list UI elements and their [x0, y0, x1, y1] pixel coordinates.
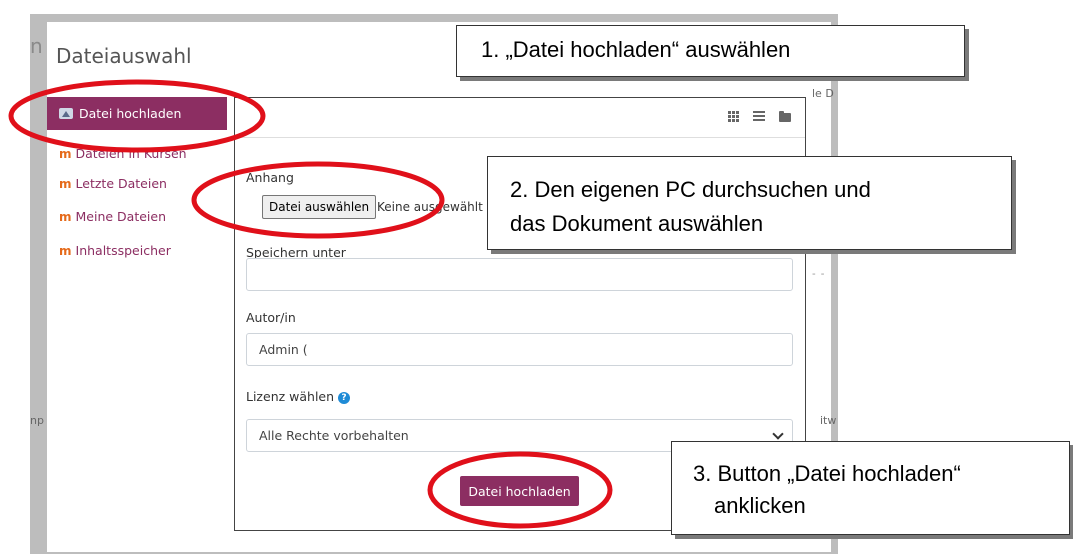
- annotation-rings: [8, 79, 613, 529]
- annotation-ring: [427, 451, 613, 529]
- annotation-ring: [191, 161, 445, 239]
- annotation-ring: [8, 79, 266, 153]
